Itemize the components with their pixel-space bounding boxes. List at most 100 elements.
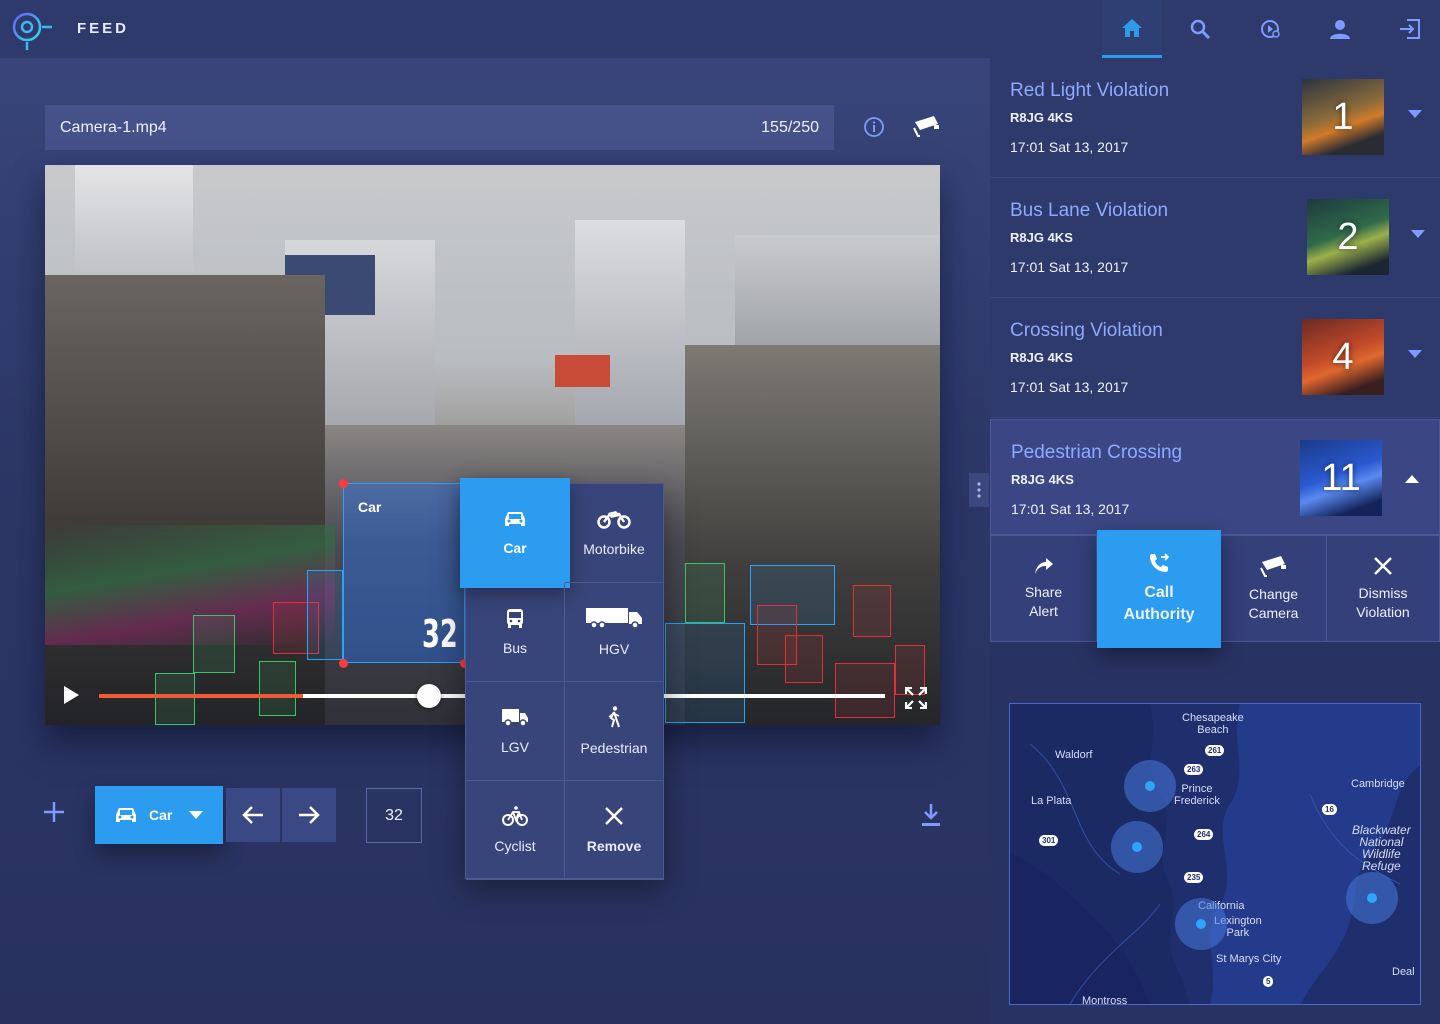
frame-counter: 155/250 <box>761 118 819 136</box>
location-map[interactable]: Chesapeake Beach Waldorf Cambridge La Pla… <box>1009 703 1421 1005</box>
car-icon <box>116 808 136 822</box>
alert-time: 17:01 Sat 13, 2017 <box>1010 259 1129 275</box>
map-label: St Marys City <box>1216 953 1282 965</box>
alert-time: 17:01 Sat 13, 2017 <box>1010 139 1129 155</box>
camera-button[interactable] <box>912 114 942 143</box>
alert-thumbnail-number: 2 <box>1337 215 1359 258</box>
alert-thumbnail[interactable]: 2 <box>1307 199 1389 275</box>
class-option-pedestrian[interactable]: Pedestrian <box>565 682 664 781</box>
class-option-lgv[interactable]: LGV <box>466 682 565 781</box>
dismiss-violation-button[interactable]: Dismiss Violation <box>1327 536 1439 641</box>
detection-box[interactable] <box>685 563 725 623</box>
chevron-down-icon[interactable] <box>1408 110 1422 118</box>
next-button[interactable] <box>282 788 336 842</box>
class-option-remove[interactable]: Remove <box>565 781 664 880</box>
map-label: Deal <box>1392 966 1415 978</box>
alert-title: Bus Lane Violation <box>1010 200 1169 221</box>
nav-search[interactable] <box>1170 0 1230 58</box>
pedestrian-icon <box>608 706 620 728</box>
chevron-down-icon[interactable] <box>1411 230 1425 238</box>
route-shield: 264 <box>1194 829 1214 840</box>
call-authority-button[interactable]: Call Authority <box>1097 530 1221 648</box>
share-alert-button[interactable]: Share Alert <box>991 536 1097 641</box>
action-label-line2: Alert <box>1029 602 1058 619</box>
info-icon <box>864 117 884 137</box>
bus-icon <box>507 609 523 628</box>
bicycle-icon <box>502 806 528 826</box>
detection-box[interactable] <box>307 570 343 660</box>
fullscreen-icon[interactable] <box>905 687 927 709</box>
alert-thumbnail[interactable]: 11 <box>1300 440 1382 516</box>
class-option-cyclist[interactable]: Cyclist <box>466 781 565 880</box>
scene-building <box>45 275 325 725</box>
close-icon <box>1374 556 1392 575</box>
class-option-hgv[interactable]: HGV <box>565 583 664 682</box>
class-option-motorbike[interactable]: Motorbike <box>565 484 664 583</box>
map-label: Montross <box>1082 995 1128 1005</box>
info-button[interactable] <box>863 116 885 143</box>
alert-thumbnail[interactable]: 4 <box>1302 319 1384 395</box>
action-label-line1: Share <box>1024 583 1063 600</box>
alert-item-expanded[interactable]: Pedestrian Crossing R8JG 4KS 17:01 Sat 1… <box>990 419 1440 535</box>
class-option-label: Car <box>503 540 527 556</box>
detection-box[interactable] <box>853 585 891 637</box>
route-shield: 263 <box>1184 764 1204 775</box>
action-label-line2: Authority <box>1123 606 1195 623</box>
class-option-label: Cyclist <box>494 838 536 854</box>
play-icon[interactable] <box>63 686 79 704</box>
nav-logout[interactable] <box>1380 0 1440 58</box>
chevron-up-icon[interactable] <box>1405 475 1419 483</box>
route-shield: 301 <box>1039 835 1059 846</box>
resize-handle[interactable] <box>339 479 348 488</box>
plus-icon <box>44 802 64 822</box>
video-add-icon <box>1261 20 1280 38</box>
class-option-bus[interactable]: Bus <box>466 583 565 682</box>
class-dropdown[interactable]: Car <box>95 786 223 844</box>
panel-splitter[interactable] <box>969 473 989 507</box>
action-label-line2: Violation <box>1356 603 1410 620</box>
alert-plate: R8JG 4KS <box>1010 110 1073 125</box>
chevron-down-icon[interactable] <box>1408 350 1422 358</box>
change-camera-button[interactable]: Change Camera <box>1221 536 1327 641</box>
chevron-down-icon <box>189 811 203 819</box>
logout-icon <box>1400 19 1420 39</box>
action-label-line1: Dismiss <box>1358 584 1408 601</box>
cctv-camera-icon <box>913 116 939 137</box>
map-pin[interactable] <box>1346 872 1398 924</box>
alert-thumbnail[interactable]: 1 <box>1302 79 1384 155</box>
van-icon <box>502 709 528 727</box>
alert-item[interactable]: Crossing Violation R8JG 4KS 17:01 Sat 13… <box>990 298 1440 418</box>
nav-video-add[interactable] <box>1240 0 1300 58</box>
add-button[interactable] <box>42 800 66 829</box>
alert-title: Pedestrian Crossing <box>1011 442 1183 463</box>
download-button[interactable] <box>920 803 942 832</box>
alert-time: 17:01 Sat 13, 2017 <box>1010 379 1129 395</box>
map-label: La Plata <box>1031 795 1072 807</box>
alert-item[interactable]: Red Light Violation R8JG 4KS 17:01 Sat 1… <box>990 58 1440 178</box>
file-name: Camera-1.mp4 <box>60 118 167 136</box>
motorbike-icon <box>597 511 631 529</box>
class-option-label: Remove <box>586 838 642 854</box>
selected-detection[interactable]: Car 32 <box>343 483 465 663</box>
map-pin[interactable] <box>1124 760 1176 812</box>
nav-home[interactable] <box>1102 0 1162 58</box>
file-bar: Camera-1.mp4 155/250 <box>45 105 834 150</box>
action-label-line2: Camera <box>1248 604 1299 621</box>
alerts-sidebar: Red Light Violation R8JG 4KS 17:01 Sat 1… <box>990 58 1440 1024</box>
top-bar: FEED <box>0 0 1440 58</box>
route-shield: 261 <box>1205 745 1225 756</box>
alert-item[interactable]: Bus Lane Violation R8JG 4KS 17:01 Sat 13… <box>990 178 1440 298</box>
arrow-left-icon <box>242 806 263 824</box>
previous-button[interactable] <box>226 788 280 842</box>
map-pin[interactable] <box>1175 898 1227 950</box>
app-title: FEED <box>77 20 130 37</box>
object-id-field[interactable]: 32 <box>366 788 422 843</box>
alert-plate: R8JG 4KS <box>1010 230 1073 245</box>
map-label: Cambridge <box>1351 778 1405 790</box>
nav-user[interactable] <box>1310 0 1370 58</box>
alert-plate: R8JG 4KS <box>1011 472 1074 487</box>
alert-thumbnail-number: 11 <box>1321 456 1361 499</box>
map-pin[interactable] <box>1111 821 1163 873</box>
progress-thumb[interactable] <box>417 684 442 708</box>
class-option-car[interactable]: Car <box>460 478 570 588</box>
